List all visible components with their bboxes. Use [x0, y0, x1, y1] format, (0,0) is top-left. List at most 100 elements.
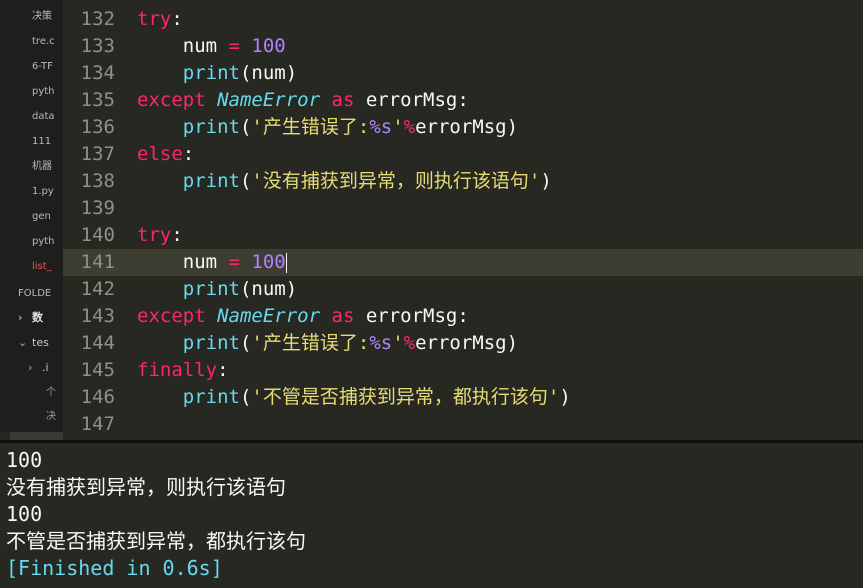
- open-file-item-active[interactable]: list_: [32, 254, 63, 279]
- code-text: except NameError as errorMsg:: [137, 303, 469, 330]
- folder-item[interactable]: › .i: [28, 355, 49, 380]
- code-token: =: [228, 251, 240, 273]
- code-token: print: [182, 170, 240, 192]
- code-line-current[interactable]: 141 num = 100: [63, 249, 863, 276]
- code-token: as: [331, 89, 355, 111]
- code-line[interactable]: 144 print('产生错误了:%s'%errorMsg): [63, 330, 863, 357]
- code-token: ): [559, 386, 571, 408]
- folder-item[interactable]: ⌄ tes: [18, 330, 49, 355]
- code-token: '没有捕获到异常，则执行该语句': [251, 170, 541, 192]
- output-line: 100: [6, 448, 43, 472]
- code-token: num: [137, 35, 229, 57]
- code-token: print: [182, 386, 240, 408]
- code-token: :: [217, 359, 229, 381]
- code-text: num = 100: [137, 249, 287, 276]
- code-token: ): [540, 170, 552, 192]
- code-text: num = 100: [137, 33, 286, 60]
- open-file-item[interactable]: 机器: [32, 154, 63, 179]
- code-text: else:: [137, 141, 194, 168]
- line-number: 146: [80, 386, 115, 408]
- line-number: 144: [80, 332, 115, 354]
- code-text: print(num): [137, 276, 297, 303]
- line-number: 135: [80, 89, 115, 111]
- code-token: else: [137, 143, 183, 165]
- code-token: try: [137, 8, 172, 30]
- code-line[interactable]: 147: [63, 411, 863, 438]
- code-token: :: [182, 143, 195, 165]
- line-number: 133: [80, 35, 115, 57]
- code-token: (: [239, 116, 252, 138]
- code-line[interactable]: 140 try:: [63, 222, 863, 249]
- code-line[interactable]: 135 except NameError as errorMsg:: [63, 87, 863, 114]
- code-text: finally:: [137, 357, 229, 384]
- line-number: 137: [80, 143, 115, 165]
- open-file-item[interactable]: pyth: [32, 79, 63, 104]
- code-token: errorMsg): [415, 332, 519, 354]
- file-item[interactable]: 个: [46, 380, 56, 405]
- code-token: %: [403, 332, 416, 354]
- line-number: 136: [80, 116, 115, 138]
- code-line[interactable]: 145 finally:: [63, 357, 863, 384]
- chevron-right-icon: ›: [18, 311, 23, 324]
- code-token: except: [137, 305, 206, 327]
- folders-header: FOLDE: [18, 288, 52, 299]
- code-token: %: [403, 116, 416, 138]
- code-token: errorMsg:: [354, 305, 469, 327]
- code-line[interactable]: 139: [63, 195, 863, 222]
- code-line[interactable]: 146 print('不管是否捕获到异常，都执行该句'): [63, 384, 863, 411]
- code-line[interactable]: 142 print(num): [63, 276, 863, 303]
- open-file-item[interactable]: gen: [32, 204, 63, 229]
- line-number: 138: [80, 170, 115, 192]
- code-token: =: [228, 35, 240, 57]
- code-token: :: [171, 8, 183, 30]
- code-line[interactable]: 143 except NameError as errorMsg:: [63, 303, 863, 330]
- code-line[interactable]: 133 num = 100: [63, 33, 863, 60]
- open-file-item[interactable]: 6-TF: [32, 54, 63, 79]
- code-token: ': [392, 332, 404, 354]
- code-token: print: [182, 332, 240, 354]
- code-text: print('产生错误了:%s'%errorMsg): [137, 114, 518, 141]
- code-line[interactable]: 137 else:: [63, 141, 863, 168]
- code-line[interactable]: 138 print('没有捕获到异常，则执行该语句'): [63, 168, 863, 195]
- code-token: (: [239, 386, 252, 408]
- code-editor[interactable]: 132 try: 133 num = 100 134 print(num) 135 exc…: [63, 0, 863, 440]
- code-line[interactable]: 134 print(num): [63, 60, 863, 87]
- code-token: except: [137, 89, 206, 111]
- open-file-item[interactable]: pyth: [32, 229, 63, 254]
- sidebar: 决策 tre.c 6-TF pyth data 111 机器 1.py gen …: [0, 0, 63, 432]
- line-number: 143: [80, 305, 115, 327]
- line-number: 134: [80, 62, 115, 84]
- file-item[interactable]: 决: [46, 404, 56, 429]
- folder-item[interactable]: › 数: [18, 305, 43, 330]
- code-line[interactable]: 132 try:: [63, 6, 863, 33]
- code-token: NameError: [217, 89, 321, 111]
- open-file-item[interactable]: 1.py: [32, 179, 63, 204]
- code-line[interactable]: 136 print('产生错误了:%s'%errorMsg): [63, 114, 863, 141]
- code-token: :: [171, 224, 183, 246]
- open-file-item[interactable]: 111: [32, 129, 63, 154]
- code-token: errorMsg): [415, 116, 519, 138]
- line-number: 132: [80, 8, 115, 30]
- finished-status: [Finished in 0.6s]: [6, 556, 223, 580]
- code-token: %s: [369, 116, 393, 138]
- code-token: (: [239, 332, 252, 354]
- open-file-item[interactable]: 决策: [32, 4, 63, 29]
- open-file-item[interactable]: tre.c: [32, 29, 63, 54]
- code-token: '产生错误了:: [251, 332, 370, 354]
- code-text: except NameError as errorMsg:: [137, 87, 469, 114]
- code-token: finally: [137, 359, 218, 381]
- code-token: print: [182, 278, 240, 300]
- open-file-item[interactable]: data: [32, 104, 63, 129]
- line-number: 147: [80, 413, 115, 435]
- build-output-panel: 100 没有捕获到异常，则执行该语句 100 不管是否捕获到异常，都执行该句 […: [0, 443, 863, 588]
- code-token: '不管是否捕获到异常，都执行该句': [251, 386, 560, 408]
